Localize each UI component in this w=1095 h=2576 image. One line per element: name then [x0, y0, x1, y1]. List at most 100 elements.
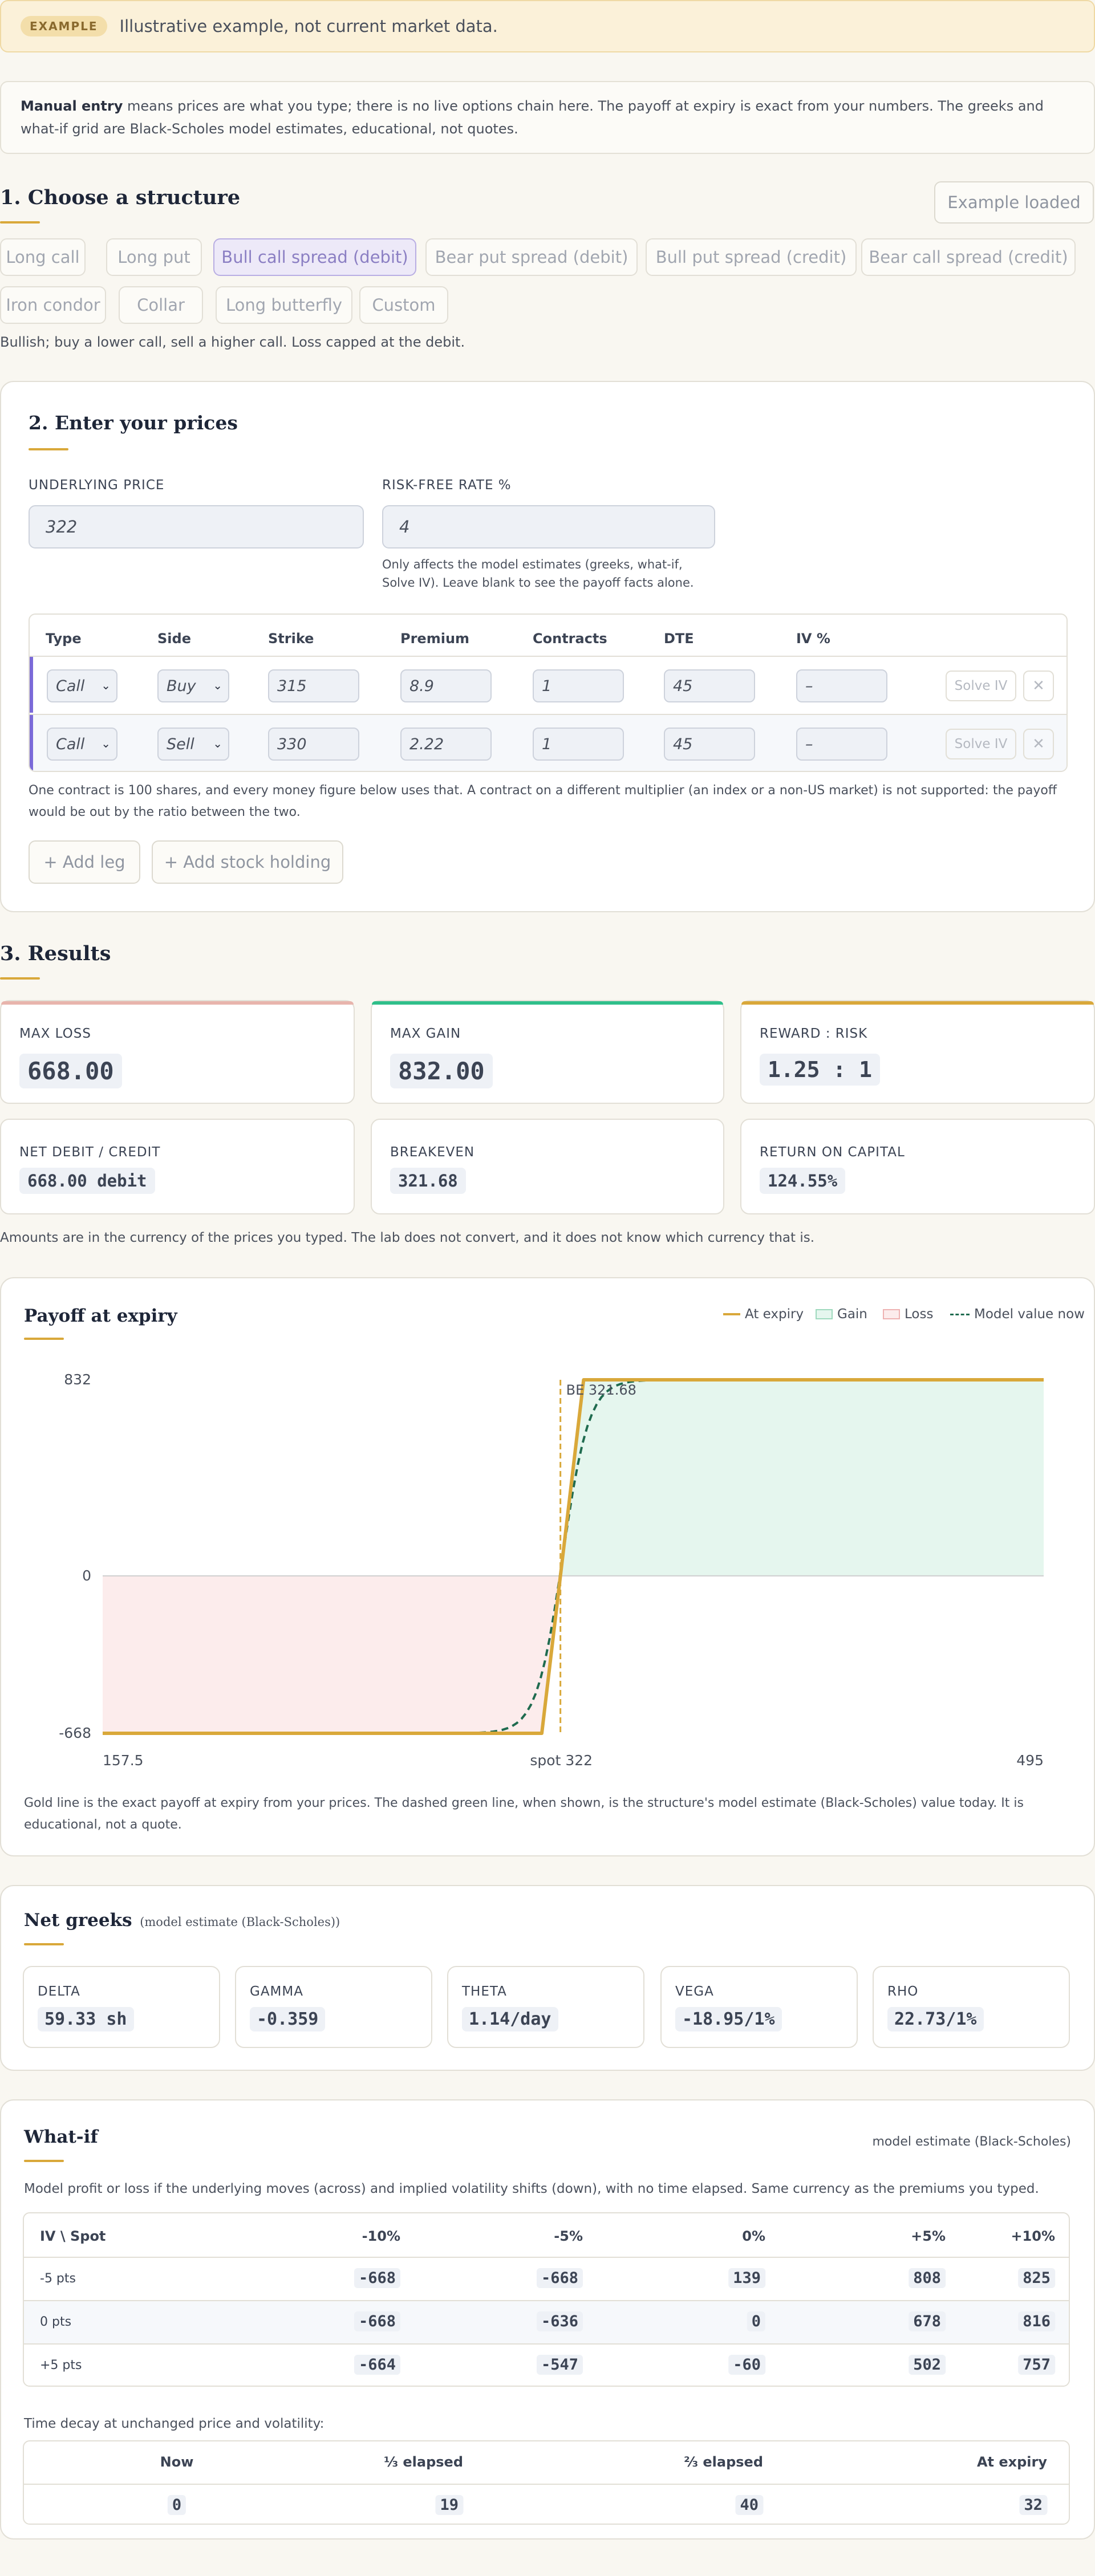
- leg-iv-input[interactable]: –: [796, 728, 887, 761]
- card-accent: [741, 1001, 1094, 1005]
- underlying-input[interactable]: 322: [29, 505, 364, 548]
- grid-row: 0 pts -668 -636 0 678 816: [24, 2300, 1069, 2343]
- leg-strike-input[interactable]: 330: [268, 728, 359, 761]
- metric-label: NET DEBIT / CREDIT: [19, 1145, 161, 1160]
- structure-option-bull-call-spread[interactable]: Bull call spread (debit): [213, 238, 416, 276]
- greek-card-theta: THETA 1.14/day: [447, 1966, 644, 2048]
- notice-bold: Manual entry: [21, 98, 123, 114]
- leg-row: Call ⌄ Buy ⌄ 315 8.9 1 45 – Solve IV ✕: [30, 656, 1066, 713]
- legend-swatch: [950, 1313, 970, 1315]
- y-tick-label: 832: [64, 1371, 91, 1388]
- example-loaded-button[interactable]: Example loaded: [934, 181, 1094, 224]
- grid-cell: 825: [1018, 2268, 1055, 2288]
- leg-dte-input[interactable]: 45: [664, 728, 755, 761]
- leg-type-select[interactable]: Call ⌄: [47, 669, 117, 702]
- legend-swatch: [816, 1309, 833, 1319]
- grid-col-header: -5%: [554, 2228, 583, 2244]
- grid-corner: IV \ Spot: [40, 2228, 106, 2244]
- metric-label: REWARD : RISK: [760, 1026, 868, 1041]
- structure-option-iron-condor[interactable]: Iron condor: [0, 286, 106, 324]
- chevron-down-icon: ⌄: [101, 678, 111, 692]
- leg-dte-input[interactable]: 45: [664, 669, 755, 702]
- decay-header: ⅓ elapsed: [384, 2454, 463, 2470]
- greek-card-delta: DELTA 59.33 sh: [23, 1966, 220, 2048]
- legend-gain: Gain: [816, 1307, 867, 1322]
- grid-row-label: -5 pts: [40, 2272, 76, 2286]
- structure-option-long-butterfly[interactable]: Long butterfly: [216, 286, 352, 324]
- add-leg-button[interactable]: + Add leg: [29, 840, 140, 884]
- breakeven-card: BREAKEVEN 321.68: [371, 1119, 724, 1214]
- greek-label: RHO: [887, 1984, 919, 1999]
- leg-side-select[interactable]: Sell ⌄: [157, 728, 229, 761]
- loss-area: [103, 1575, 561, 1733]
- greeks-heading: Net greeks (model estimate (Black-Schole…: [24, 1910, 340, 1931]
- leg-contracts-input[interactable]: 1: [533, 669, 624, 702]
- whatif-underline: [24, 2160, 64, 2162]
- add-stock-button[interactable]: + Add stock holding: [152, 840, 343, 884]
- leg-premium-input[interactable]: 8.9: [400, 669, 492, 702]
- structure-option-custom[interactable]: Custom: [359, 286, 448, 324]
- metric-value: 668.00: [19, 1054, 122, 1088]
- header-contracts: Contracts: [533, 631, 607, 647]
- leg-type-select[interactable]: Call ⌄: [47, 728, 117, 761]
- prices-underline: [29, 448, 68, 450]
- results-underline: [0, 977, 40, 980]
- whatif-title: What-if: [24, 2127, 98, 2147]
- header-side: Side: [157, 631, 191, 647]
- structure-option-collar[interactable]: Collar: [119, 286, 203, 324]
- grid-cell: -60: [728, 2355, 765, 2375]
- metric-label: RETURN ON CAPITAL: [760, 1145, 905, 1160]
- leg-iv-input[interactable]: –: [796, 669, 887, 702]
- greek-label: VEGA: [675, 1984, 714, 1999]
- structure-description: Bullish; buy a lower call, sell a higher…: [0, 334, 465, 350]
- close-icon[interactable]: ✕: [1023, 729, 1054, 759]
- header-type: Type: [46, 631, 82, 647]
- y-tick-label: 0: [82, 1567, 91, 1584]
- structure-option-bear-call-spread[interactable]: Bear call spread (credit): [861, 238, 1076, 276]
- metric-value: 124.55%: [760, 1168, 846, 1194]
- grid-cell: 678: [909, 2311, 946, 2331]
- leg-contracts-input[interactable]: 1: [533, 728, 624, 761]
- leg-premium-input[interactable]: 2.22: [400, 728, 492, 761]
- greek-value: 22.73/1%: [887, 2007, 984, 2031]
- manual-entry-notice: Manual entry means prices are what you t…: [0, 81, 1095, 154]
- grid-cell: -668: [354, 2268, 400, 2288]
- close-icon[interactable]: ✕: [1023, 671, 1054, 701]
- solve-iv-button[interactable]: Solve IV: [946, 671, 1016, 701]
- max-gain-card: MAX GAIN 832.00: [371, 1000, 724, 1104]
- leg-side-select[interactable]: Buy ⌄: [157, 669, 229, 702]
- metric-value: 321.68: [390, 1168, 466, 1194]
- decay-note: Time decay at unchanged price and volati…: [24, 2416, 325, 2431]
- leg-row: Call ⌄ Sell ⌄ 330 2.22 1 45 – Solve IV ✕: [30, 714, 1066, 771]
- spot-label: spot 322: [530, 1752, 593, 1769]
- structure-option-long-call[interactable]: Long call: [0, 238, 86, 276]
- grid-cell: 139: [728, 2268, 765, 2288]
- y-tick-label: -668: [59, 1725, 91, 1741]
- leg-side-value: Buy: [167, 677, 196, 695]
- legend-swatch: [723, 1313, 740, 1315]
- notice-text: means prices are what you type; there is…: [21, 98, 1044, 137]
- legend-label: Loss: [905, 1307, 934, 1322]
- structure-option-bear-put-spread[interactable]: Bear put spread (debit): [425, 238, 638, 276]
- greek-label: GAMMA: [250, 1984, 303, 1999]
- grid-cell: 757: [1018, 2355, 1055, 2375]
- structure-option-long-put[interactable]: Long put: [106, 238, 202, 276]
- solve-iv-button[interactable]: Solve IV: [946, 729, 1016, 759]
- grid-col-header: 0%: [742, 2228, 765, 2244]
- grid-col-header: +5%: [911, 2228, 946, 2244]
- underlying-label: UNDERLYING PRICE: [29, 478, 165, 493]
- metric-label: MAX LOSS: [19, 1026, 91, 1041]
- decay-header: At expiry: [976, 2454, 1047, 2470]
- rate-input[interactable]: 4: [382, 505, 715, 548]
- legs-table: Type Side Strike Premium Contracts DTE I…: [29, 613, 1068, 772]
- decay-value: 19: [435, 2495, 463, 2515]
- card-accent: [1, 1001, 354, 1005]
- whatif-grid: IV \ Spot -10% -5% 0% +5% +10% -5 pts -668 -66…: [23, 2212, 1070, 2387]
- structure-option-bull-put-spread[interactable]: Bull put spread (credit): [646, 238, 857, 276]
- header-premium: Premium: [400, 631, 470, 647]
- greek-card-rho: RHO 22.73/1%: [873, 1966, 1070, 2048]
- grid-row: -5 pts -668 -668 139 808 825: [24, 2257, 1069, 2300]
- leg-strike-input[interactable]: 315: [268, 669, 359, 702]
- decay-divider: [24, 2484, 1069, 2485]
- grid-row-label: 0 pts: [40, 2315, 72, 2329]
